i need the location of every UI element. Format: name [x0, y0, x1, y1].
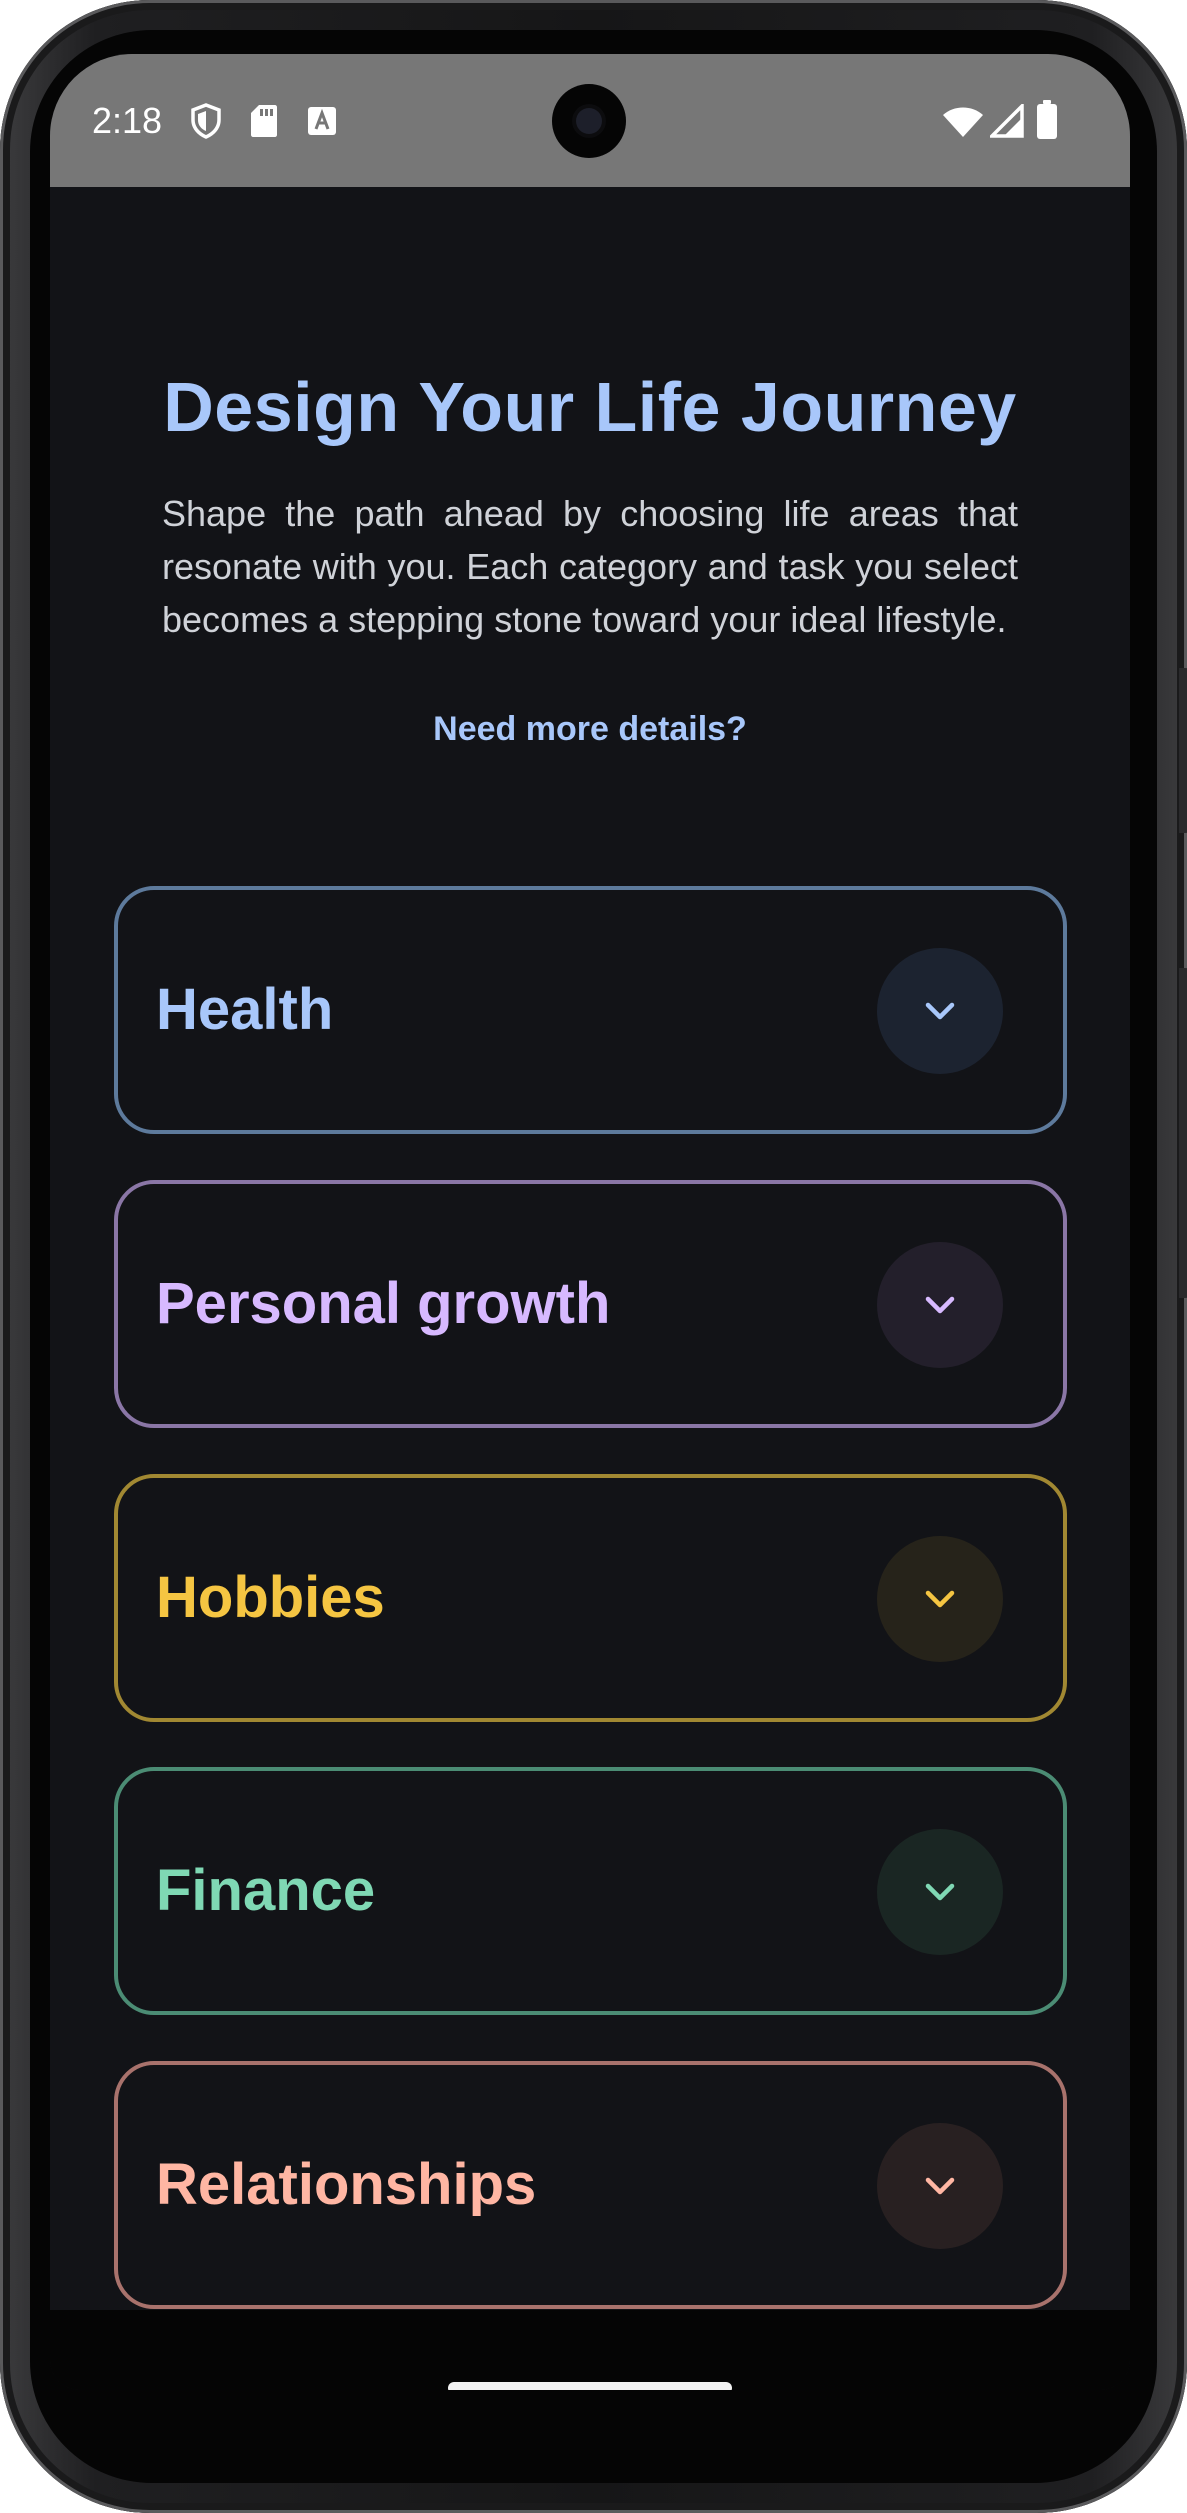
signal-icon: [990, 104, 1024, 138]
volume-button: [1179, 968, 1187, 1298]
font-a-icon: [308, 107, 336, 135]
category-card-relationships[interactable]: Relationships: [114, 2061, 1067, 2309]
category-label: Health: [156, 977, 334, 1042]
shield-icon: [191, 103, 221, 139]
main-content: Design Your Life Journey Shape the path …: [50, 187, 1130, 2310]
phone-frame: 2:18 Design Your Life Journey Shape the …: [0, 0, 1187, 2513]
wifi-icon: [943, 107, 983, 137]
status-bar: 2:18: [50, 54, 1130, 187]
category-card-hobbies[interactable]: Hobbies: [114, 1474, 1067, 1722]
expand-button[interactable]: [877, 1242, 1003, 1368]
expand-button[interactable]: [877, 1536, 1003, 1662]
category-label: Hobbies: [156, 1565, 385, 1630]
status-time: 2:18: [92, 100, 163, 141]
page-description: Shape the path ahead by choosing life ar…: [162, 493, 1018, 640]
sd-card-icon: [251, 105, 277, 137]
category-label: Finance: [156, 1858, 376, 1923]
category-card-finance[interactable]: Finance: [114, 1767, 1067, 2015]
expand-button[interactable]: [877, 2123, 1003, 2249]
battery-icon: [1037, 100, 1057, 139]
expand-button[interactable]: [877, 1829, 1003, 1955]
category-card-personal-growth[interactable]: Personal growth: [114, 1180, 1067, 1428]
chevron-down-icon: [925, 1296, 955, 1314]
power-button: [1179, 668, 1187, 833]
home-indicator[interactable]: [448, 2382, 732, 2390]
front-camera: [552, 84, 626, 158]
navigation-bar: [50, 2310, 1130, 2390]
chevron-down-icon: [925, 1883, 955, 1901]
page-title: Design Your Life Journey: [163, 368, 1017, 446]
chevron-down-icon: [925, 1002, 955, 1020]
chevron-down-icon: [925, 1590, 955, 1608]
screen: 2:18 Design Your Life Journey Shape the …: [50, 54, 1130, 2390]
need-more-details-link[interactable]: Need more details?: [50, 710, 1130, 749]
expand-button[interactable]: [877, 948, 1003, 1074]
category-label: Personal growth: [156, 1271, 611, 1336]
category-card-health[interactable]: Health: [114, 886, 1067, 1134]
category-label: Relationships: [156, 2152, 537, 2217]
chevron-down-icon: [925, 2177, 955, 2195]
